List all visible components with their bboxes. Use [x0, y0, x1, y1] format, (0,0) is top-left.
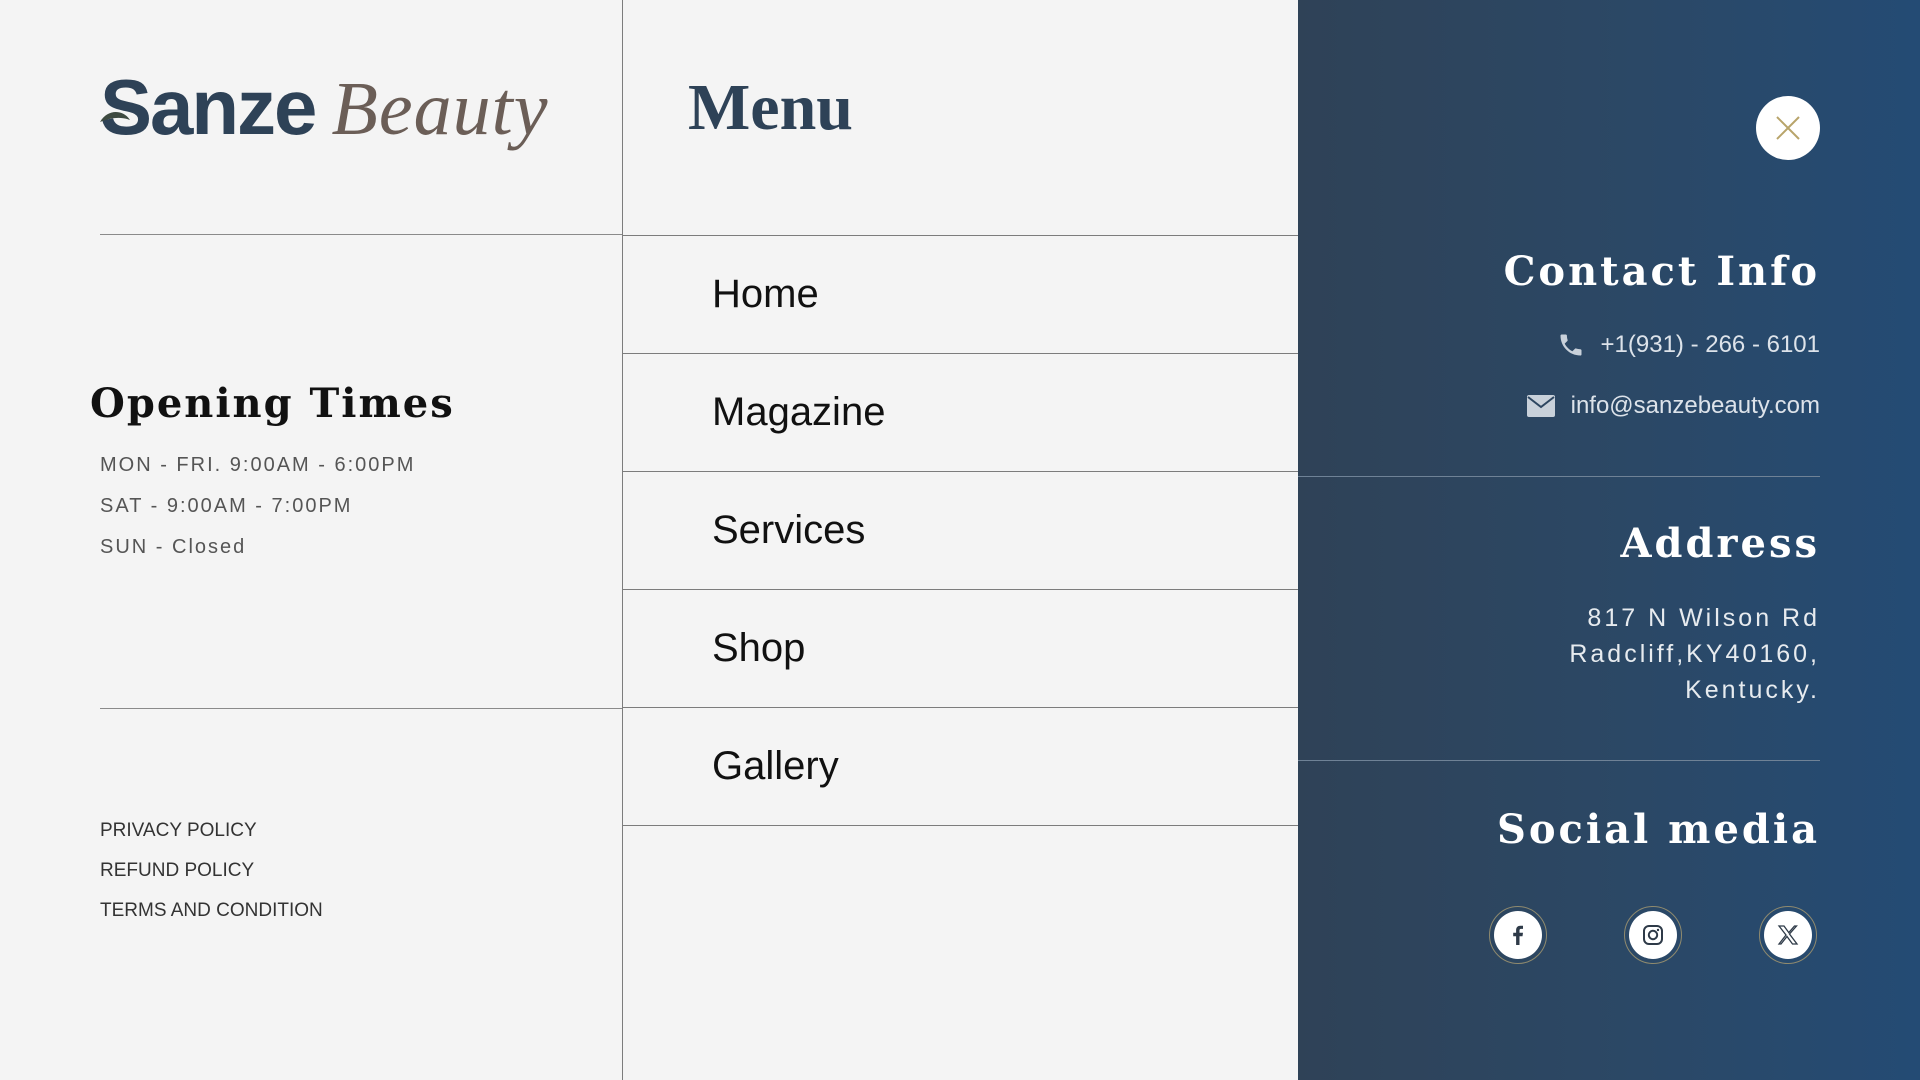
- social-media-title: Social media: [1496, 806, 1820, 853]
- menu-link-home[interactable]: Home: [712, 272, 819, 317]
- facebook-icon: [1513, 925, 1523, 945]
- menu-item-home: Home: [622, 235, 1298, 354]
- instagram-button[interactable]: [1624, 906, 1682, 964]
- x-button[interactable]: [1759, 906, 1817, 964]
- email-address: info@sanzebeauty.com: [1570, 392, 1820, 419]
- contact-panel: [1298, 0, 1920, 1080]
- address-line: 817 N Wilson Rd: [1587, 604, 1820, 632]
- envelope-icon: [1526, 395, 1555, 417]
- brand-name-part2: Beauty: [331, 67, 549, 151]
- divider: [1298, 476, 1820, 477]
- menu-item-magazine: Magazine: [622, 354, 1298, 472]
- divider: [1298, 760, 1820, 761]
- hours-sunday: SUN - Closed: [100, 536, 247, 558]
- left-panel: Sanze Beauty Opening Times MON - FRI. 9:…: [0, 0, 622, 1080]
- opening-hours-list: MON - FRI. 9:00AM - 6:00PM SAT - 9:00AM …: [100, 454, 415, 577]
- menu-item-shop: Shop: [622, 590, 1298, 708]
- terms-and-condition-link[interactable]: TERMS AND CONDITION: [100, 900, 323, 940]
- contact-phone[interactable]: +1(931) - 266 - 6101: [1557, 330, 1820, 360]
- address-title: Address: [1620, 520, 1820, 567]
- address-text: 817 N Wilson Rd Radcliff,KY40160, Kentuc…: [1569, 600, 1820, 708]
- phone-icon: [1557, 330, 1585, 360]
- divider: [100, 234, 622, 235]
- close-icon: [1776, 116, 1800, 140]
- menu-link-gallery[interactable]: Gallery: [712, 744, 839, 789]
- address-line: Kentucky.: [1685, 676, 1820, 704]
- opening-times-title: Opening Times: [90, 380, 455, 427]
- brand-logo[interactable]: Sanze Beauty: [100, 62, 548, 153]
- x-icon: [1777, 925, 1799, 945]
- contact-email[interactable]: info@sanzebeauty.com: [1526, 392, 1820, 420]
- menu-title: Menu: [688, 71, 853, 144]
- address-line: Radcliff,KY40160,: [1569, 640, 1820, 668]
- menu-link-shop[interactable]: Shop: [712, 626, 805, 671]
- menu-link-services[interactable]: Services: [712, 508, 865, 553]
- facebook-button[interactable]: [1489, 906, 1547, 964]
- contact-info-title: Contact Info: [1503, 248, 1820, 295]
- brand-name-part1: Sanze: [100, 63, 317, 151]
- policy-links: PRIVACY POLICY REFUND POLICY TERMS AND C…: [100, 820, 323, 940]
- menu-item-gallery: Gallery: [622, 708, 1298, 826]
- close-button[interactable]: [1756, 96, 1820, 160]
- leaf-icon: [100, 112, 130, 122]
- hours-weekdays: MON - FRI. 9:00AM - 6:00PM: [100, 454, 416, 476]
- privacy-policy-link[interactable]: PRIVACY POLICY: [100, 820, 323, 860]
- menu-link-magazine[interactable]: Magazine: [712, 390, 885, 435]
- hours-saturday: SAT - 9:00AM - 7:00PM: [100, 495, 353, 517]
- refund-policy-link[interactable]: REFUND POLICY: [100, 860, 323, 900]
- divider: [100, 708, 622, 709]
- menu-list: Home Magazine Services Shop Gallery: [622, 235, 1298, 826]
- instagram-icon: [1643, 925, 1663, 945]
- phone-number: +1(931) - 266 - 6101: [1600, 331, 1820, 358]
- menu-item-services: Services: [622, 472, 1298, 590]
